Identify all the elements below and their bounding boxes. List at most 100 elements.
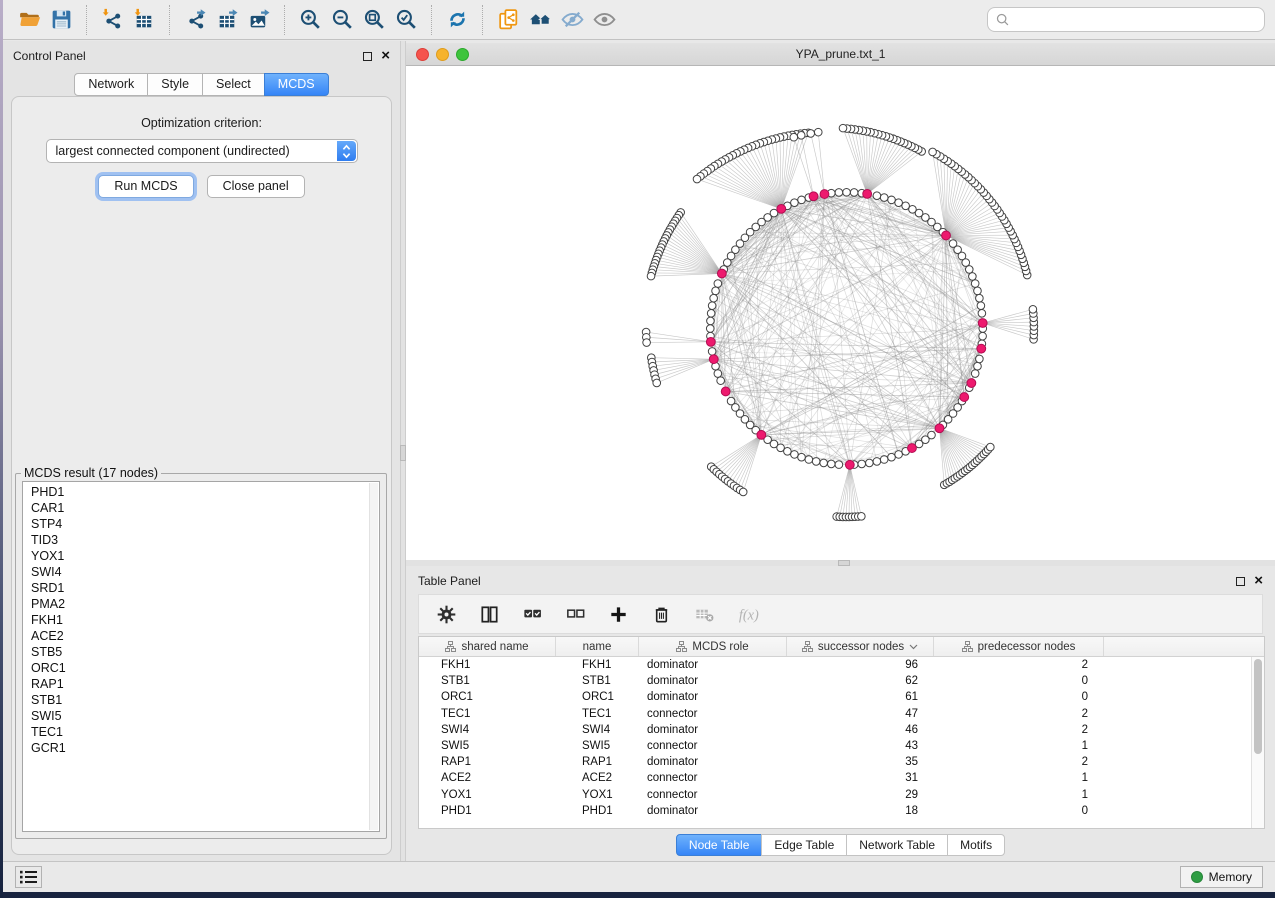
- optimization-criterion-select[interactable]: largest connected component (undirected): [46, 139, 358, 163]
- duplicate-network-icon[interactable]: [492, 4, 524, 36]
- clear-table-icon[interactable]: [691, 601, 717, 627]
- close-window-icon[interactable]: [416, 48, 429, 61]
- memory-button[interactable]: Memory: [1180, 866, 1263, 888]
- tab-style[interactable]: Style: [147, 73, 203, 96]
- cell-MCDS-role[interactable]: dominator: [639, 724, 787, 736]
- delete-column-icon[interactable]: [648, 601, 674, 627]
- cell-MCDS-role[interactable]: connector: [639, 772, 787, 784]
- zoom-in-icon[interactable]: [294, 4, 326, 36]
- tab-motifs[interactable]: Motifs: [947, 834, 1005, 856]
- mcds-result-item[interactable]: SWI4: [23, 564, 379, 580]
- mcds-result-item[interactable]: SWI5: [23, 708, 379, 724]
- table-row[interactable]: PHD1PHD1dominator180: [419, 803, 1251, 819]
- cell-shared-name[interactable]: SWI4: [419, 724, 556, 736]
- tab-edge-table[interactable]: Edge Table: [761, 834, 847, 856]
- tab-node-table[interactable]: Node Table: [676, 834, 763, 856]
- cell-MCDS-role[interactable]: dominator: [639, 805, 787, 817]
- cell-shared-name[interactable]: ORC1: [419, 691, 556, 703]
- cell-name[interactable]: TEC1: [556, 708, 639, 720]
- cell-shared-name[interactable]: YOX1: [419, 789, 556, 801]
- cell-shared-name[interactable]: ACE2: [419, 772, 556, 784]
- cell-MCDS-role[interactable]: dominator: [639, 659, 787, 671]
- cell-name[interactable]: FKH1: [556, 659, 639, 671]
- import-table-icon[interactable]: [128, 4, 160, 36]
- column-header-MCDS-role[interactable]: MCDS role: [639, 637, 787, 656]
- cell-MCDS-role[interactable]: dominator: [639, 756, 787, 768]
- search-input[interactable]: [1014, 13, 1257, 27]
- network-graph[interactable]: [406, 67, 1275, 560]
- mcds-result-item[interactable]: YOX1: [23, 548, 379, 564]
- table-scrollbar[interactable]: [1251, 657, 1264, 828]
- cell-successor-nodes[interactable]: 96: [787, 659, 934, 671]
- mcds-result-item[interactable]: RAP1: [23, 676, 379, 692]
- hide-selected-icon[interactable]: [556, 4, 588, 36]
- cell-successor-nodes[interactable]: 18: [787, 805, 934, 817]
- table-row[interactable]: ACE2ACE2connector311: [419, 770, 1251, 786]
- search-field[interactable]: [987, 7, 1265, 32]
- export-table-icon[interactable]: [211, 4, 243, 36]
- cell-predecessor-nodes[interactable]: 0: [934, 805, 1104, 817]
- zoom-selected-icon[interactable]: [390, 4, 422, 36]
- mcds-result-item[interactable]: TEC1: [23, 724, 379, 740]
- first-neighbors-icon[interactable]: [524, 4, 556, 36]
- cell-predecessor-nodes[interactable]: 1: [934, 789, 1104, 801]
- table-body[interactable]: FKH1FKH1dominator962STB1STB1dominator620…: [419, 657, 1251, 828]
- cell-shared-name[interactable]: RAP1: [419, 756, 556, 768]
- column-header-name[interactable]: name: [556, 637, 639, 656]
- table-row[interactable]: FKH1FKH1dominator962: [419, 657, 1251, 673]
- cell-shared-name[interactable]: SWI5: [419, 740, 556, 752]
- mcds-result-item[interactable]: STP4: [23, 516, 379, 532]
- mcds-result-item[interactable]: GCR1: [23, 740, 379, 756]
- cell-successor-nodes[interactable]: 62: [787, 675, 934, 687]
- mcds-result-item[interactable]: FKH1: [23, 612, 379, 628]
- mcds-result-list[interactable]: PHD1CAR1STP4TID3YOX1SWI4SRD1PMA2FKH1ACE2…: [22, 481, 380, 832]
- cell-name[interactable]: RAP1: [556, 756, 639, 768]
- cell-name[interactable]: YOX1: [556, 789, 639, 801]
- table-row[interactable]: SWI4SWI4dominator462: [419, 722, 1251, 738]
- mcds-result-item[interactable]: ORC1: [23, 660, 379, 676]
- cell-name[interactable]: STB1: [556, 675, 639, 687]
- table-row[interactable]: STB1STB1dominator620: [419, 673, 1251, 689]
- tab-network[interactable]: Network: [74, 73, 148, 96]
- mcds-result-item[interactable]: STB1: [23, 692, 379, 708]
- table-row[interactable]: ORC1ORC1dominator610: [419, 689, 1251, 705]
- table-row[interactable]: YOX1YOX1connector291: [419, 787, 1251, 803]
- cell-successor-nodes[interactable]: 31: [787, 772, 934, 784]
- import-network-icon[interactable]: [96, 4, 128, 36]
- show-all-icon[interactable]: [588, 4, 620, 36]
- cell-predecessor-nodes[interactable]: 0: [934, 691, 1104, 703]
- column-header-successor-nodes[interactable]: successor nodes: [787, 637, 934, 656]
- open-file-icon[interactable]: [13, 4, 45, 36]
- cell-shared-name[interactable]: PHD1: [419, 805, 556, 817]
- close-panel-icon[interactable]: ×: [1254, 576, 1263, 586]
- select-all-icon[interactable]: [519, 601, 545, 627]
- mcds-result-item[interactable]: STB5: [23, 644, 379, 660]
- tab-mcds[interactable]: MCDS: [264, 73, 329, 96]
- cell-predecessor-nodes[interactable]: 1: [934, 772, 1104, 784]
- zoom-window-icon[interactable]: [456, 48, 469, 61]
- cell-name[interactable]: PHD1: [556, 805, 639, 817]
- float-panel-icon[interactable]: [1236, 577, 1245, 586]
- export-network-icon[interactable]: [179, 4, 211, 36]
- cell-successor-nodes[interactable]: 47: [787, 708, 934, 720]
- close-panel-button[interactable]: Close panel: [207, 175, 305, 198]
- cell-shared-name[interactable]: STB1: [419, 675, 556, 687]
- cell-name[interactable]: SWI5: [556, 740, 639, 752]
- settings-icon[interactable]: [433, 601, 459, 627]
- minimize-window-icon[interactable]: [436, 48, 449, 61]
- cell-successor-nodes[interactable]: 35: [787, 756, 934, 768]
- cell-MCDS-role[interactable]: connector: [639, 789, 787, 801]
- run-mcds-button[interactable]: Run MCDS: [98, 175, 193, 198]
- cell-successor-nodes[interactable]: 29: [787, 789, 934, 801]
- zoom-fit-icon[interactable]: [358, 4, 390, 36]
- cell-name[interactable]: ORC1: [556, 691, 639, 703]
- scrollbar-thumb[interactable]: [1254, 659, 1262, 754]
- cell-successor-nodes[interactable]: 61: [787, 691, 934, 703]
- cell-MCDS-role[interactable]: connector: [639, 708, 787, 720]
- cell-name[interactable]: ACE2: [556, 772, 639, 784]
- network-canvas[interactable]: [406, 67, 1275, 560]
- cell-predecessor-nodes[interactable]: 2: [934, 708, 1104, 720]
- cell-MCDS-role[interactable]: dominator: [639, 675, 787, 687]
- float-panel-icon[interactable]: [363, 52, 372, 61]
- table-row[interactable]: RAP1RAP1dominator352: [419, 754, 1251, 770]
